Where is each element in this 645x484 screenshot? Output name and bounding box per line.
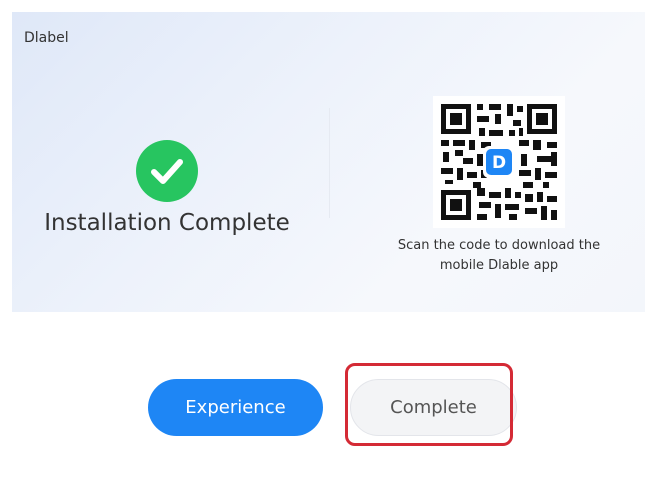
installation-status-title: Installation Complete (44, 210, 290, 236)
complete-button[interactable]: Complete (350, 379, 517, 436)
installer-window: Dlabel Installation Complete D Scan the … (12, 12, 645, 484)
check-circle-icon (136, 140, 198, 202)
svg-text:D: D (492, 153, 506, 173)
app-title: Dlabel (24, 30, 69, 46)
qr-code-icon: D (433, 96, 565, 228)
panel-divider (329, 108, 330, 218)
experience-button[interactable]: Experience (148, 379, 323, 436)
installer-header-panel: Dlabel Installation Complete D Scan the … (12, 12, 645, 312)
scan-download-text: Scan the code to download the mobile Dla… (397, 238, 601, 273)
